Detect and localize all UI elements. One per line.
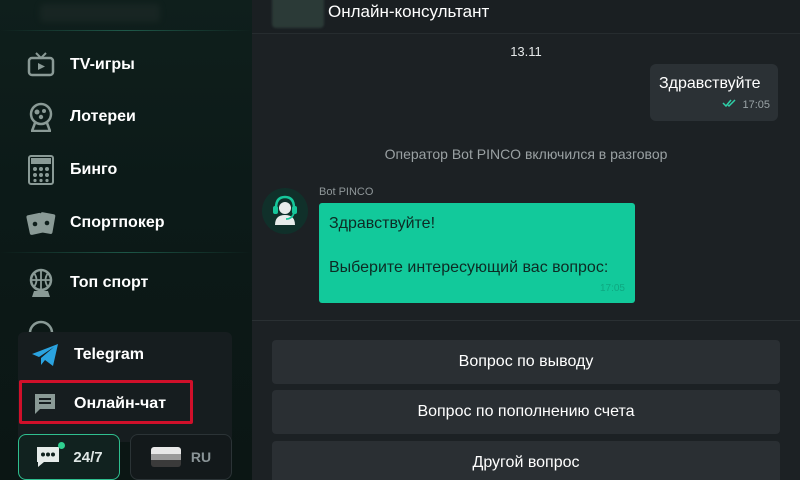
bot-avatar xyxy=(262,188,308,234)
sidebar-item-label: TV-игры xyxy=(70,56,135,73)
basketball-icon xyxy=(26,268,56,298)
message-line: Здравствуйте! xyxy=(329,215,436,232)
chat-divider xyxy=(252,320,800,321)
outgoing-message: Здравствуйте 17:05 xyxy=(650,64,778,121)
headset-icon xyxy=(268,192,302,231)
incoming-message: Здравствуйте! Выберите интересующий вас … xyxy=(319,203,635,303)
sidebar-item-partial-icon xyxy=(26,318,56,332)
telegram-icon xyxy=(30,340,60,370)
sidebar-divider xyxy=(0,252,252,253)
sidebar-item-tv-games[interactable]: TV-игры xyxy=(26,50,135,80)
support-chat-icon xyxy=(35,442,66,469)
bingo-icon xyxy=(26,155,56,185)
flag-icon xyxy=(150,447,181,467)
message-time: 17:05 xyxy=(599,283,625,294)
system-message: Оператор Bot PINCO включился в разговор xyxy=(384,146,668,162)
telegram-label: Telegram xyxy=(74,346,144,363)
message-meta: 17:05 xyxy=(722,98,770,111)
highlight-box xyxy=(19,380,193,424)
sidebar-item-label: Лотереи xyxy=(70,108,136,125)
chat-title: Онлайн-консультант xyxy=(328,2,490,21)
sidebar-item-label: Топ спорт xyxy=(70,274,149,291)
support-24-7-button[interactable]: 24/7 xyxy=(18,434,120,480)
language-label: RU xyxy=(190,449,212,465)
message-time: 17:05 xyxy=(742,98,770,111)
sidebar-top-item-blurred xyxy=(40,4,160,22)
message-line: Выберите интересующий вас вопрос: xyxy=(329,259,609,276)
sidebar-item-sportpoker[interactable]: Спортпокер xyxy=(26,208,165,238)
lottery-icon xyxy=(26,102,56,132)
support-label: 24/7 xyxy=(73,448,103,466)
sidebar-item-top-sport[interactable]: Топ спорт xyxy=(26,268,148,298)
chat-header: Онлайн-консультант xyxy=(252,0,800,34)
message-text: Здравствуйте xyxy=(659,75,761,92)
sidebar-item-telegram[interactable]: Telegram xyxy=(30,340,144,370)
sidebar-divider xyxy=(0,30,252,31)
sidebar-item-label: Бинго xyxy=(70,161,118,178)
sidebar-item-label: Спортпокер xyxy=(70,214,165,231)
tv-icon xyxy=(26,50,56,80)
bot-name: Bot PINCO xyxy=(319,186,374,198)
chat-window: Онлайн-консультант 13.11 Здравствуйте 17… xyxy=(252,0,800,480)
cards-icon xyxy=(26,208,56,238)
consultant-avatar xyxy=(272,0,324,28)
quick-reply-withdrawal[interactable]: Вопрос по выводу xyxy=(272,340,780,384)
language-button[interactable]: RU xyxy=(130,434,232,480)
sidebar-item-lotteries[interactable]: Лотереи xyxy=(26,102,136,132)
quick-reply-deposit[interactable]: Вопрос по пополнению счета xyxy=(272,390,780,434)
date-separator: 13.11 xyxy=(510,44,542,59)
double-check-icon xyxy=(722,98,738,111)
sidebar-item-bingo[interactable]: Бинго xyxy=(26,155,117,185)
quick-reply-other[interactable]: Другой вопрос xyxy=(272,441,780,480)
